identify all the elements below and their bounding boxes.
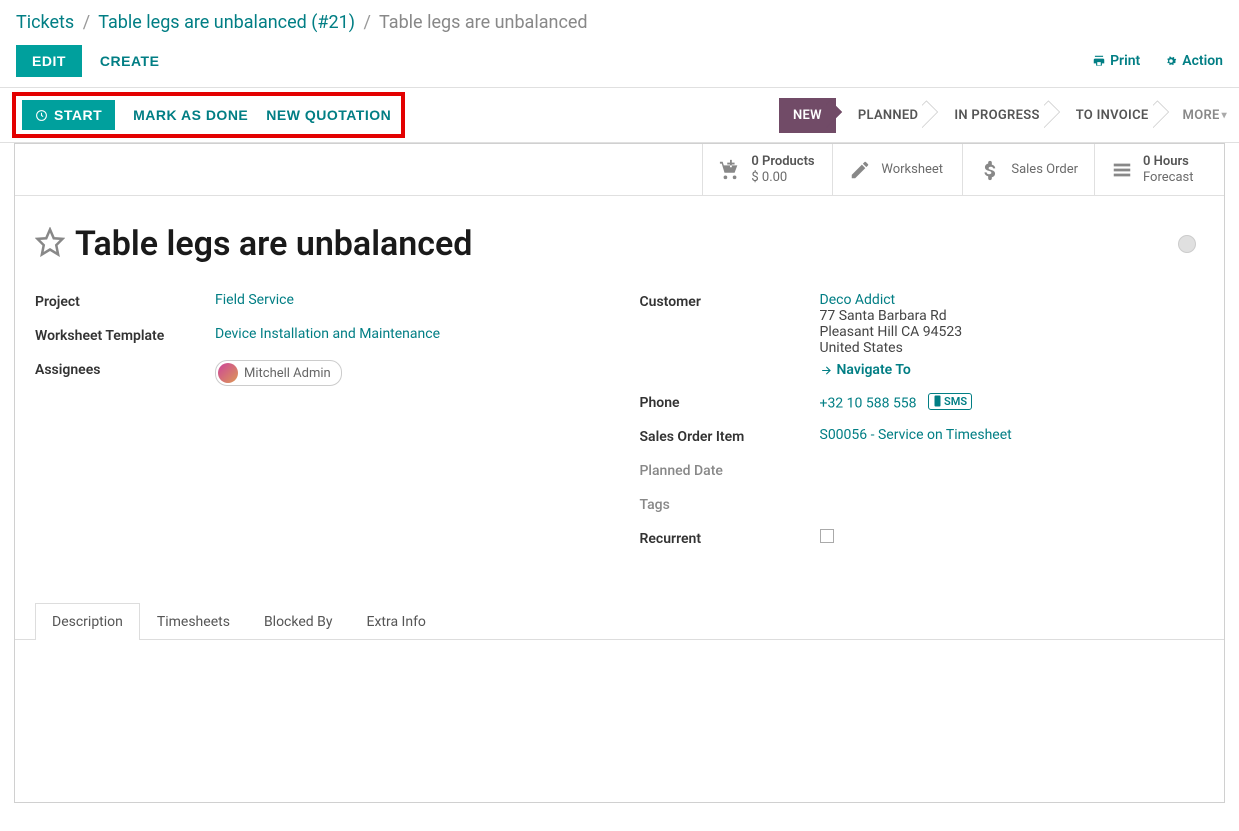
breadcrumb: Tickets / Table legs are unbalanced (#21… — [0, 0, 1239, 41]
label-worksheet-template: Worksheet Template — [35, 326, 215, 344]
new-quotation-button[interactable]: NEW QUOTATION — [266, 107, 391, 123]
status-bar: NEW PLANNED IN PROGRESS TO INVOICE MORE … — [779, 98, 1239, 133]
arrow-right-icon — [820, 364, 833, 377]
start-button[interactable]: START — [22, 100, 115, 130]
assignee-tag[interactable]: Mitchell Admin — [215, 360, 342, 386]
label-project: Project — [35, 292, 215, 310]
stat-hours-button[interactable]: 0 HoursForecast — [1094, 144, 1224, 195]
label-planned-date: Planned Date — [640, 461, 820, 479]
tabs: Description Timesheets Blocked By Extra … — [15, 603, 1224, 640]
breadcrumb-root[interactable]: Tickets — [16, 12, 74, 33]
avatar — [218, 363, 238, 383]
page-title: Table legs are unbalanced — [75, 224, 472, 264]
stat-sales-order-button[interactable]: Sales Order — [962, 144, 1094, 195]
address-line-2: Pleasant Hill CA 94523 — [820, 324, 963, 340]
recurrent-checkbox[interactable] — [820, 529, 834, 543]
navigate-to-link[interactable]: Navigate To — [820, 362, 911, 378]
link-project[interactable]: Field Service — [215, 292, 294, 308]
mark-as-done-button[interactable]: MARK AS DONE — [133, 107, 248, 123]
edit-button[interactable]: EDIT — [16, 45, 82, 77]
cart-icon — [719, 159, 741, 181]
mobile-icon — [933, 395, 942, 407]
tab-content — [15, 640, 1224, 760]
label-recurrent: Recurrent — [640, 529, 820, 547]
sms-button[interactable]: SMS — [928, 393, 972, 410]
action-button[interactable]: Action — [1164, 53, 1223, 69]
link-worksheet-template[interactable]: Device Installation and Maintenance — [215, 326, 440, 342]
pencil-icon — [849, 159, 871, 181]
label-phone: Phone — [640, 393, 820, 411]
print-icon — [1092, 54, 1106, 68]
breadcrumb-current: Table legs are unbalanced — [379, 12, 588, 33]
status-new[interactable]: NEW — [779, 98, 836, 133]
list-icon — [1111, 159, 1133, 181]
status-more[interactable]: MORE ▾ — [1163, 98, 1239, 133]
gear-icon — [1164, 54, 1178, 68]
stat-products-button[interactable]: 0 Products$ 0.00 — [702, 144, 832, 195]
label-assignees: Assignees — [35, 360, 215, 378]
favorite-star-icon[interactable] — [35, 227, 65, 261]
kanban-state-indicator[interactable] — [1178, 235, 1196, 253]
tab-description[interactable]: Description — [35, 603, 140, 640]
form-sheet: 0 Products$ 0.00 Worksheet Sales Order 0… — [14, 143, 1225, 803]
highlighted-action-group: START MARK AS DONE NEW QUOTATION — [12, 92, 405, 138]
status-in-progress[interactable]: IN PROGRESS — [932, 98, 1053, 133]
tab-extra-info[interactable]: Extra Info — [349, 603, 442, 640]
label-customer: Customer — [640, 292, 820, 310]
tab-timesheets[interactable]: Timesheets — [140, 603, 247, 640]
label-sales-order-item: Sales Order Item — [640, 427, 820, 445]
breadcrumb-parent[interactable]: Table legs are unbalanced (#21) — [98, 12, 355, 33]
link-customer[interactable]: Deco Addict — [820, 292, 896, 308]
clock-icon — [35, 109, 48, 122]
link-phone[interactable]: +32 10 588 558 — [820, 395, 917, 411]
link-sales-order-item[interactable]: S00056 - Service on Timesheet — [820, 427, 1012, 443]
dollar-icon — [979, 159, 1001, 181]
stat-worksheet-button[interactable]: Worksheet — [832, 144, 962, 195]
status-to-invoice[interactable]: TO INVOICE — [1054, 98, 1163, 133]
status-planned[interactable]: PLANNED — [836, 98, 932, 133]
create-button[interactable]: CREATE — [100, 53, 160, 69]
tab-blocked-by[interactable]: Blocked By — [247, 603, 350, 640]
address-line-1: 77 Santa Barbara Rd — [820, 308, 947, 324]
print-button[interactable]: Print — [1092, 53, 1140, 69]
label-tags: Tags — [640, 495, 820, 513]
address-line-3: United States — [820, 340, 903, 356]
